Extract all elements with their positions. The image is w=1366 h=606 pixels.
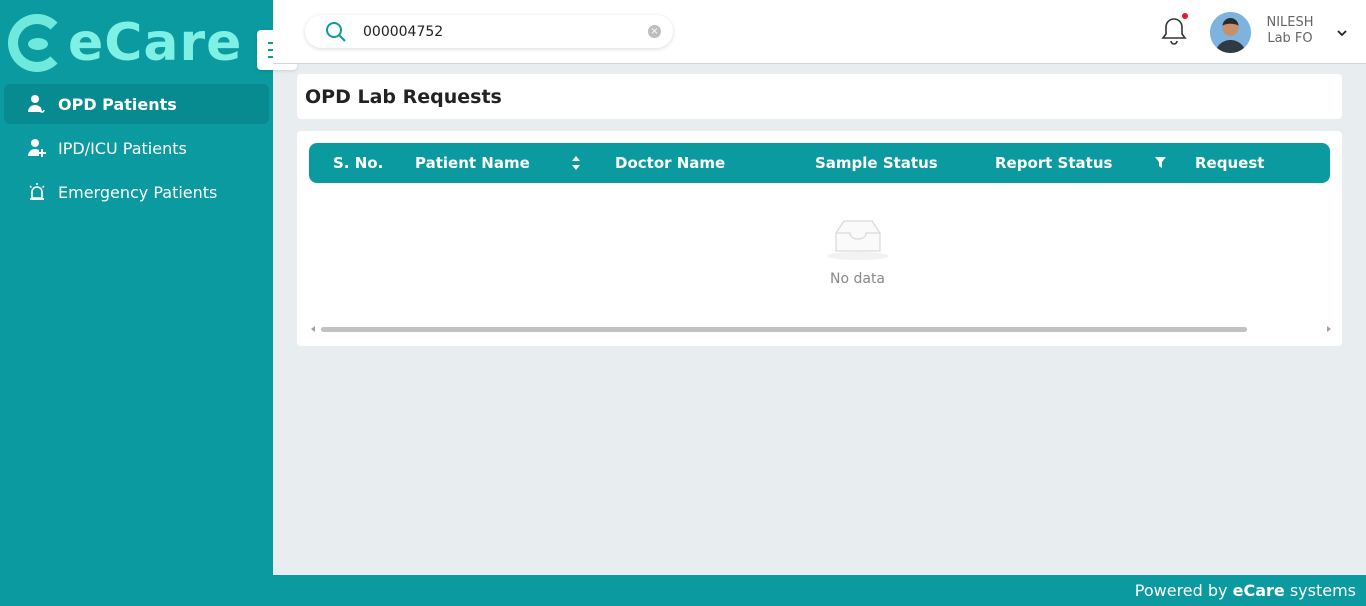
notification-badge xyxy=(1182,13,1188,19)
sidebar-item-emergency-patients[interactable]: Emergency Patients xyxy=(4,172,269,212)
clear-search-icon[interactable]: × xyxy=(648,25,661,38)
column-header-report-status[interactable]: Report Status xyxy=(995,143,1112,183)
avatar[interactable] xyxy=(1210,12,1251,53)
sidebar-nav: OPD Patients IPD/ICU Patients Emergency … xyxy=(4,84,269,216)
search-icon xyxy=(326,21,346,42)
user-avatar-image xyxy=(1210,12,1251,53)
sidebar-item-opd-patients[interactable]: OPD Patients xyxy=(4,84,269,124)
scroll-left-arrow-icon[interactable] xyxy=(311,326,315,332)
filter-icon[interactable] xyxy=(1155,156,1166,169)
user-stethoscope-icon xyxy=(26,93,48,115)
sidebar-item-label: OPD Patients xyxy=(58,94,177,114)
empty-state-text: No data xyxy=(829,271,886,287)
column-header-patient-name[interactable]: Patient Name xyxy=(415,143,530,183)
siren-icon xyxy=(26,181,48,203)
horizontal-scrollbar[interactable] xyxy=(311,325,1331,333)
user-role: Lab FO xyxy=(1267,31,1313,46)
top-bar: × NILESH Lab FO xyxy=(273,0,1366,64)
empty-inbox-icon xyxy=(826,220,889,260)
sidebar: eCare OPD Patients IPD/ICU Patients Emer… xyxy=(0,0,273,606)
notifications-button[interactable] xyxy=(1160,13,1188,47)
table-header: S. No. Patient Name Doctor Name Sample S… xyxy=(309,143,1330,183)
empty-state: No data xyxy=(297,217,1366,287)
user-plus-icon xyxy=(26,137,48,159)
logo-text: eCare xyxy=(68,13,243,73)
footer-prefix: Powered by xyxy=(1134,581,1233,600)
user-name: NILESH xyxy=(1266,15,1314,30)
footer-brand: eCare xyxy=(1232,581,1285,600)
page-header-card: OPD Lab Requests xyxy=(297,74,1342,119)
bell-icon xyxy=(1161,18,1187,45)
column-header-doctor-name: Doctor Name xyxy=(615,154,726,172)
column-header-sample-status: Sample Status xyxy=(815,154,938,172)
column-header-request: Request xyxy=(1195,154,1265,172)
ecare-logo[interactable]: eCare xyxy=(8,12,250,74)
scrollbar-thumb[interactable] xyxy=(321,327,1247,332)
search-box[interactable]: × xyxy=(305,15,673,48)
user-info[interactable]: NILESH Lab FO xyxy=(1265,15,1315,47)
sidebar-item-ipd-icu-patients[interactable]: IPD/ICU Patients xyxy=(4,128,269,168)
search-input[interactable] xyxy=(363,23,643,40)
footer: Powered by eCare systems xyxy=(273,575,1366,606)
footer-suffix: systems xyxy=(1284,581,1356,600)
sidebar-item-label: IPD/ICU Patients xyxy=(58,138,187,158)
logo-mark-icon xyxy=(8,14,66,72)
page-title: OPD Lab Requests xyxy=(305,85,502,108)
lab-requests-table: S. No. Patient Name Doctor Name Sample S… xyxy=(297,131,1342,346)
chevron-down-icon[interactable] xyxy=(1335,26,1349,40)
sidebar-item-label: Emergency Patients xyxy=(58,182,218,202)
sort-icon[interactable] xyxy=(571,155,581,171)
scroll-right-arrow-icon[interactable] xyxy=(1327,326,1331,332)
column-header-s-no: S. No. xyxy=(333,154,384,172)
